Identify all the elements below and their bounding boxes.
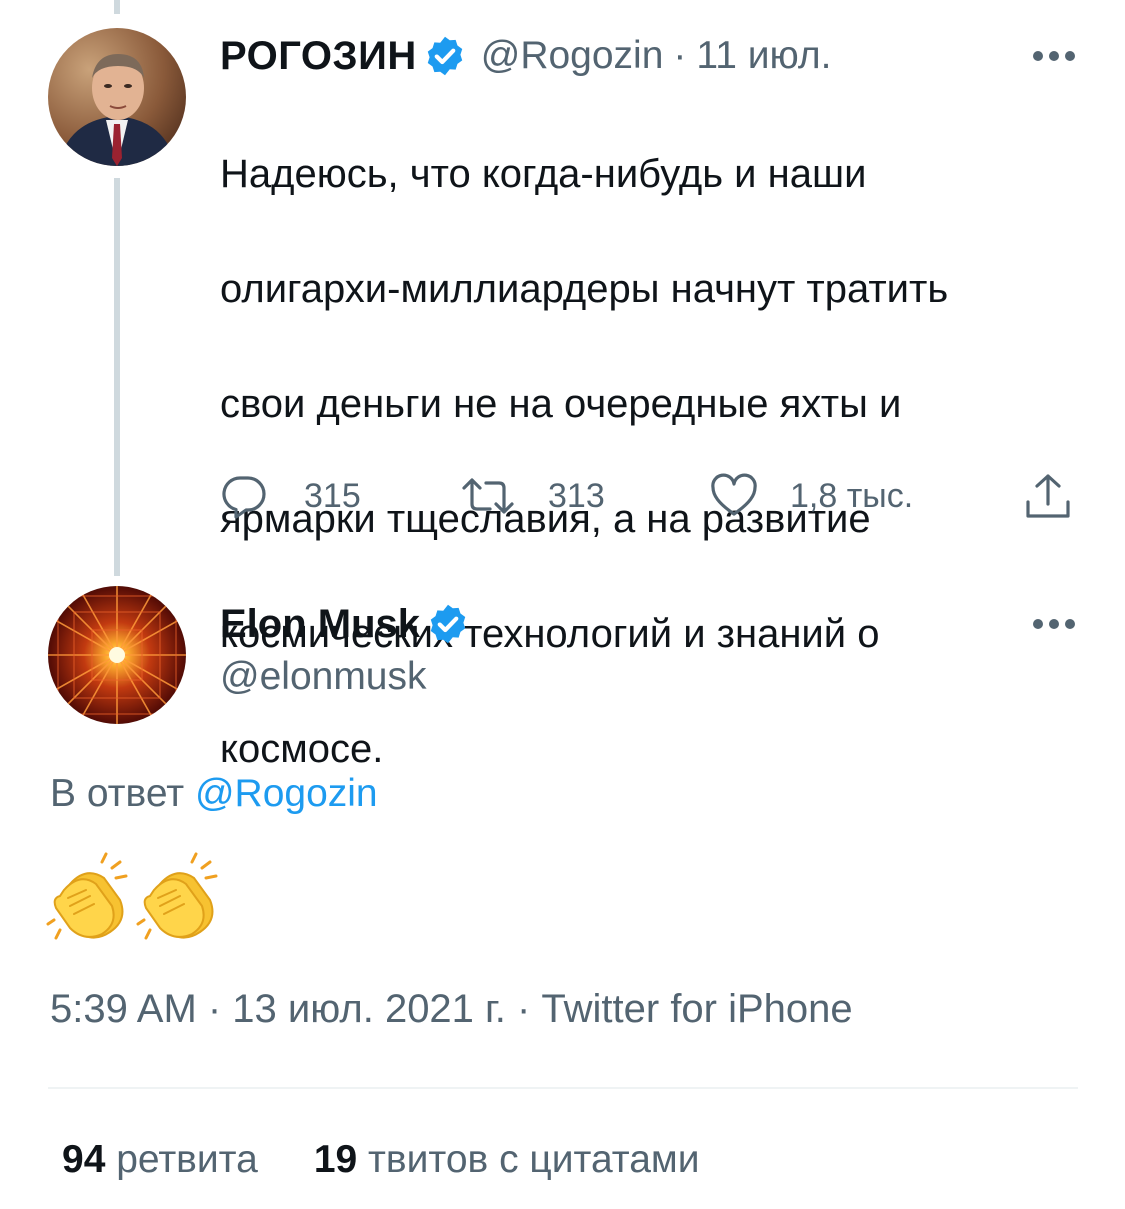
author-name[interactable]: РОГОЗИН [220, 34, 417, 79]
heart-icon [711, 473, 757, 516]
tweet-header: РОГОЗИН @Rogozin · 11 июл. [220, 28, 832, 84]
reply-author-handle[interactable]: @elonmusk [220, 655, 427, 699]
reply-count: 315 [304, 476, 361, 515]
tweet-actions: 315 313 1,8 тыс. [0, 466, 1125, 526]
reply-tweet-header: Elon Musk [220, 596, 484, 652]
elonmusk-avatar[interactable] [48, 586, 186, 724]
reply-tweet-text [46, 850, 226, 946]
meta-separator: · [673, 34, 687, 77]
quotes-label: твитов с цитатами [368, 1138, 700, 1181]
clapping-hands-emoji-icon [136, 852, 218, 940]
retweets-stat[interactable]: 94 ретвита [62, 1138, 258, 1181]
retweet-count: 313 [548, 476, 605, 515]
tweet-text: Надеюсь, что когда-нибудь и наши олигарх… [220, 88, 1080, 836]
share-icon [1026, 474, 1070, 518]
reply-icon [222, 476, 266, 519]
like-count: 1,8 тыс. [790, 476, 914, 515]
starburst-avatar-icon [48, 586, 186, 724]
retweet-button[interactable]: 313 [460, 466, 605, 526]
tweet-text-line: космосе. [220, 726, 384, 771]
rogozin-avatar[interactable] [48, 28, 186, 166]
more-options-icon[interactable] [1032, 618, 1076, 630]
verified-badge-icon [427, 36, 462, 76]
retweets-number: 94 [62, 1138, 106, 1181]
tweet-text-line: Надеюсь, что когда-нибудь и наши [220, 151, 867, 196]
author-handle[interactable]: @Rogozin [481, 34, 664, 78]
tweet-text-line: олигархи-миллиардеры начнут тратить [220, 266, 949, 311]
clapping-hands-emoji-icon [46, 852, 128, 940]
reply-mention-link[interactable]: @Rogozin [195, 772, 378, 815]
tweet-text-line: свои деньги не на очередные яхты и [220, 381, 902, 426]
retweet-icon [462, 478, 514, 514]
quotes-number: 19 [313, 1138, 358, 1181]
thread-connector-top [114, 0, 120, 14]
reply-prefix: В ответ [50, 772, 185, 815]
portrait-avatar-icon [48, 28, 186, 166]
tweet-stats: 94 ретвита 19 твитов с цитатами [62, 1138, 700, 1182]
like-button[interactable]: 1,8 тыс. [710, 466, 913, 526]
more-options-icon[interactable] [1032, 50, 1076, 62]
tweet-date[interactable]: 11 июл. [696, 34, 831, 78]
reply-author-name[interactable]: Elon Musk [220, 602, 420, 647]
retweets-label: ретвита [116, 1138, 258, 1181]
share-button[interactable] [1024, 466, 1072, 526]
reply-button[interactable]: 315 [220, 466, 361, 526]
reply-context: В ответ @Rogozin [50, 772, 378, 816]
quotes-stat[interactable]: 19 твитов с цитатами [314, 1138, 700, 1181]
verified-badge-icon [430, 604, 466, 644]
divider [48, 1087, 1078, 1089]
tweet-timestamp[interactable]: 5:39 AM · 13 июл. 2021 г. · Twitter for … [50, 987, 853, 1032]
